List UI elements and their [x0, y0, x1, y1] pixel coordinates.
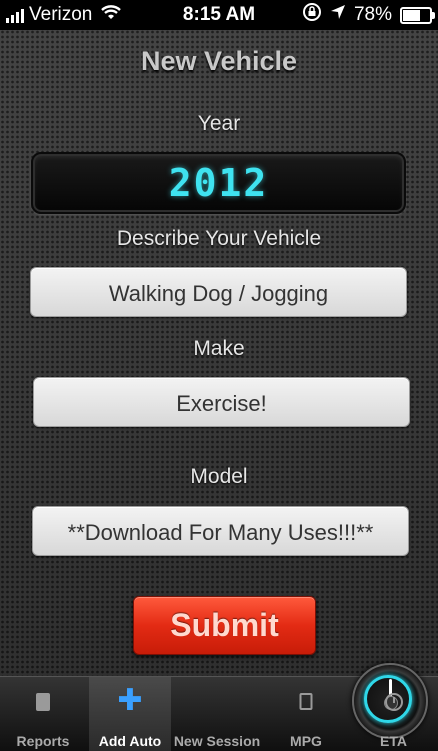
tab-bar: Reports ✚ Add Auto New Session MPG ETA [0, 663, 438, 751]
tab-mpg[interactable]: MPG [263, 677, 349, 751]
describe-label: Describe Your Vehicle [116, 227, 322, 250]
battery-percent: 78% [353, 4, 392, 25]
form-area: New Vehicle Year 2012 Describe Your Vehi… [0, 30, 438, 676]
tab-label: New Session [173, 733, 261, 749]
status-right: 78% [302, 0, 435, 30]
tab-label: ETA [380, 733, 407, 749]
tab-eta[interactable]: ETA [349, 677, 438, 751]
location-icon [330, 4, 346, 26]
model-label: Model [190, 465, 248, 488]
make-label: Make [193, 337, 245, 360]
rotation-lock-icon [302, 2, 322, 28]
model-field[interactable]: **Download For Many Uses!!!** [32, 506, 409, 556]
status-bar: Verizon 8:15 AM 78% [0, 0, 438, 30]
year-value: 2012 [168, 161, 269, 205]
tab-reports[interactable]: Reports [0, 677, 86, 751]
submit-button[interactable]: Submit [133, 596, 316, 655]
tab-add-auto[interactable]: ✚ Add Auto [89, 677, 171, 751]
tab-label: Add Auto [98, 733, 162, 749]
page-title: New Vehicle [140, 46, 298, 76]
plus-icon: ✚ [117, 684, 143, 717]
calculator-icon [299, 693, 313, 710]
make-field[interactable]: Exercise! [33, 377, 410, 427]
tab-new-session[interactable]: New Session [171, 663, 428, 751]
year-label: Year [197, 112, 241, 135]
describe-field[interactable]: Walking Dog / Jogging [30, 267, 407, 317]
year-picker[interactable]: 2012 [31, 152, 406, 214]
clock-icon [384, 693, 403, 711]
tab-label: Reports [16, 733, 70, 749]
tab-label: MPG [290, 733, 322, 749]
document-icon [36, 693, 50, 711]
battery-icon [400, 6, 435, 24]
